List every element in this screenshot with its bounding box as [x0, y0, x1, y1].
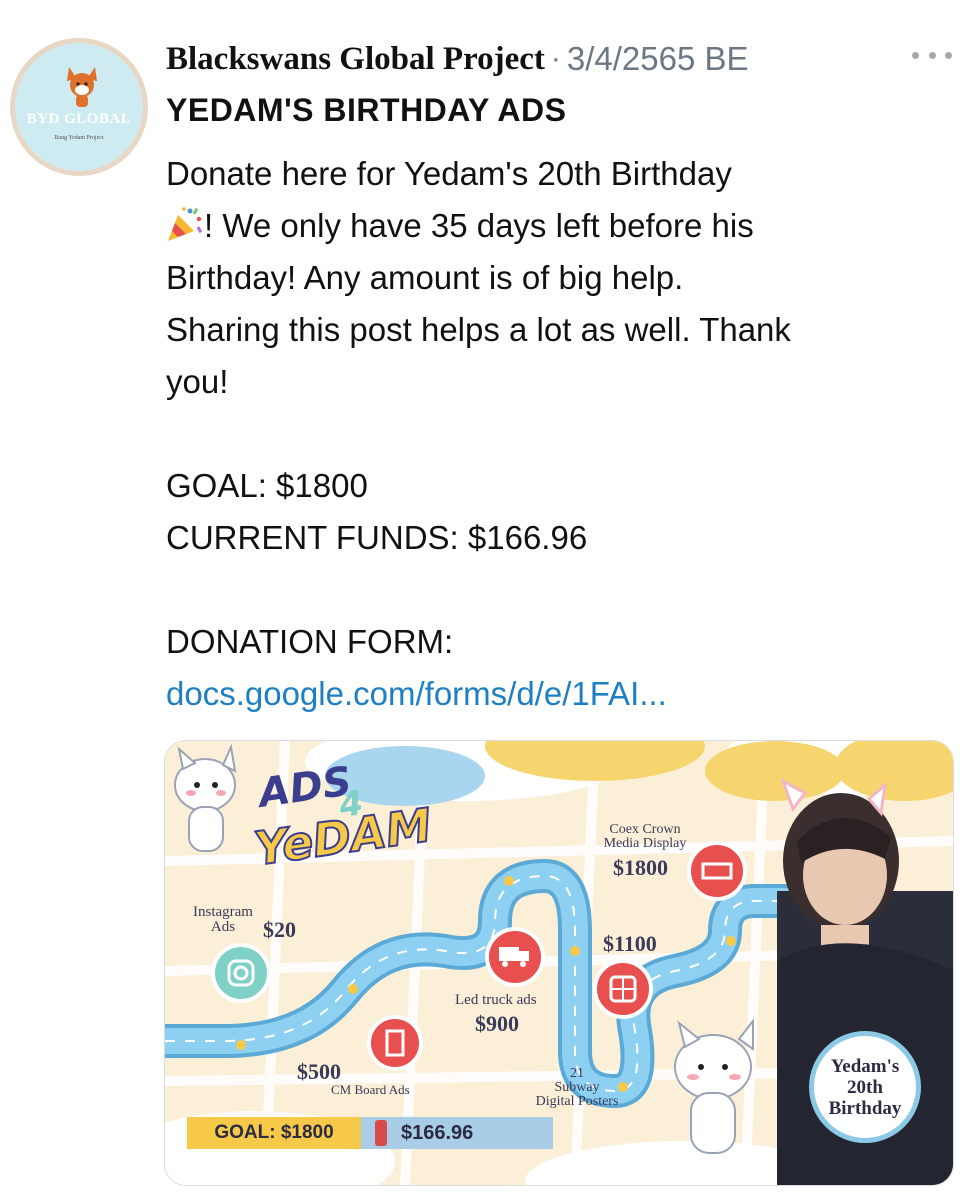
- header-separator: ·: [550, 42, 561, 75]
- post-line: [166, 408, 956, 460]
- post-line: ! We only have 35 days left before his: [166, 200, 956, 252]
- stop-label-coex: Coex Crown Media Display: [603, 822, 687, 851]
- goal-bar-current: $166.96: [401, 1122, 474, 1144]
- stop-price-instagram: $20: [263, 917, 296, 942]
- post-line: Sharing this post helps a lot as well. T…: [166, 311, 791, 348]
- goal-text: GOAL: $1800: [166, 467, 368, 504]
- post-title: YEDAM'S BIRTHDAY ADS: [166, 92, 567, 128]
- stop-label-subway: 21 Subway Digital Posters: [535, 1066, 619, 1109]
- avatar[interactable]: BYD GLOBAL Bang Yedam Project: [10, 38, 148, 176]
- progress-indicator: [375, 1120, 387, 1146]
- post-body: Donate here for Yedam's 20th Birthday ! …: [166, 148, 956, 720]
- post-line: Donate here for Yedam's 20th Birthday: [166, 155, 732, 192]
- stop-label-cm-board: CM Board Ads: [331, 1082, 410, 1097]
- more-options-icon[interactable]: [912, 40, 952, 70]
- post-line: you!: [166, 363, 229, 400]
- badge-line: 20th: [847, 1076, 883, 1098]
- donation-form-link[interactable]: docs.google.com/forms/d/e/1FAI...: [166, 668, 956, 720]
- avatar-brand-subtext: Bang Yedam Project: [54, 135, 104, 141]
- post-header: Blackswans Global Project · 3/4/2565 BE: [166, 34, 956, 84]
- stop-label-instagram: Instagram Ads: [193, 904, 253, 935]
- post-line-text: ! We only have 35 days left before his: [204, 207, 754, 244]
- stop-price-led-truck: $900: [475, 1011, 519, 1036]
- account-name[interactable]: Blackswans Global Project: [166, 41, 545, 78]
- stop-price-coex: $1800: [613, 855, 668, 880]
- current-funds-text: CURRENT FUNDS: $166.96: [166, 519, 588, 556]
- post-image[interactable]: ADS 4 YeDAM Instagram Ads $20 $500 CM Bo…: [164, 740, 954, 1186]
- avatar-brand-text: BYD GLOBAL: [26, 111, 132, 127]
- party-popper-icon: [168, 207, 203, 241]
- fox-logo-icon: [67, 67, 97, 107]
- post-line: Birthday! Any amount is of big help.: [166, 259, 684, 296]
- post-line: [166, 564, 956, 616]
- badge-line: Yedam's: [830, 1055, 900, 1077]
- stop-price-subway: $1100: [603, 931, 657, 956]
- post-date[interactable]: 3/4/2565 BE: [567, 40, 749, 78]
- birthday-badge: Yedam's 20th Birthday: [809, 1031, 921, 1143]
- stop-label-led-truck: Led truck ads: [455, 992, 537, 1008]
- goal-bar-label: GOAL: $1800: [187, 1117, 361, 1149]
- donation-form-label: DONATION FORM:: [166, 623, 454, 660]
- badge-line: Birthday: [828, 1097, 902, 1119]
